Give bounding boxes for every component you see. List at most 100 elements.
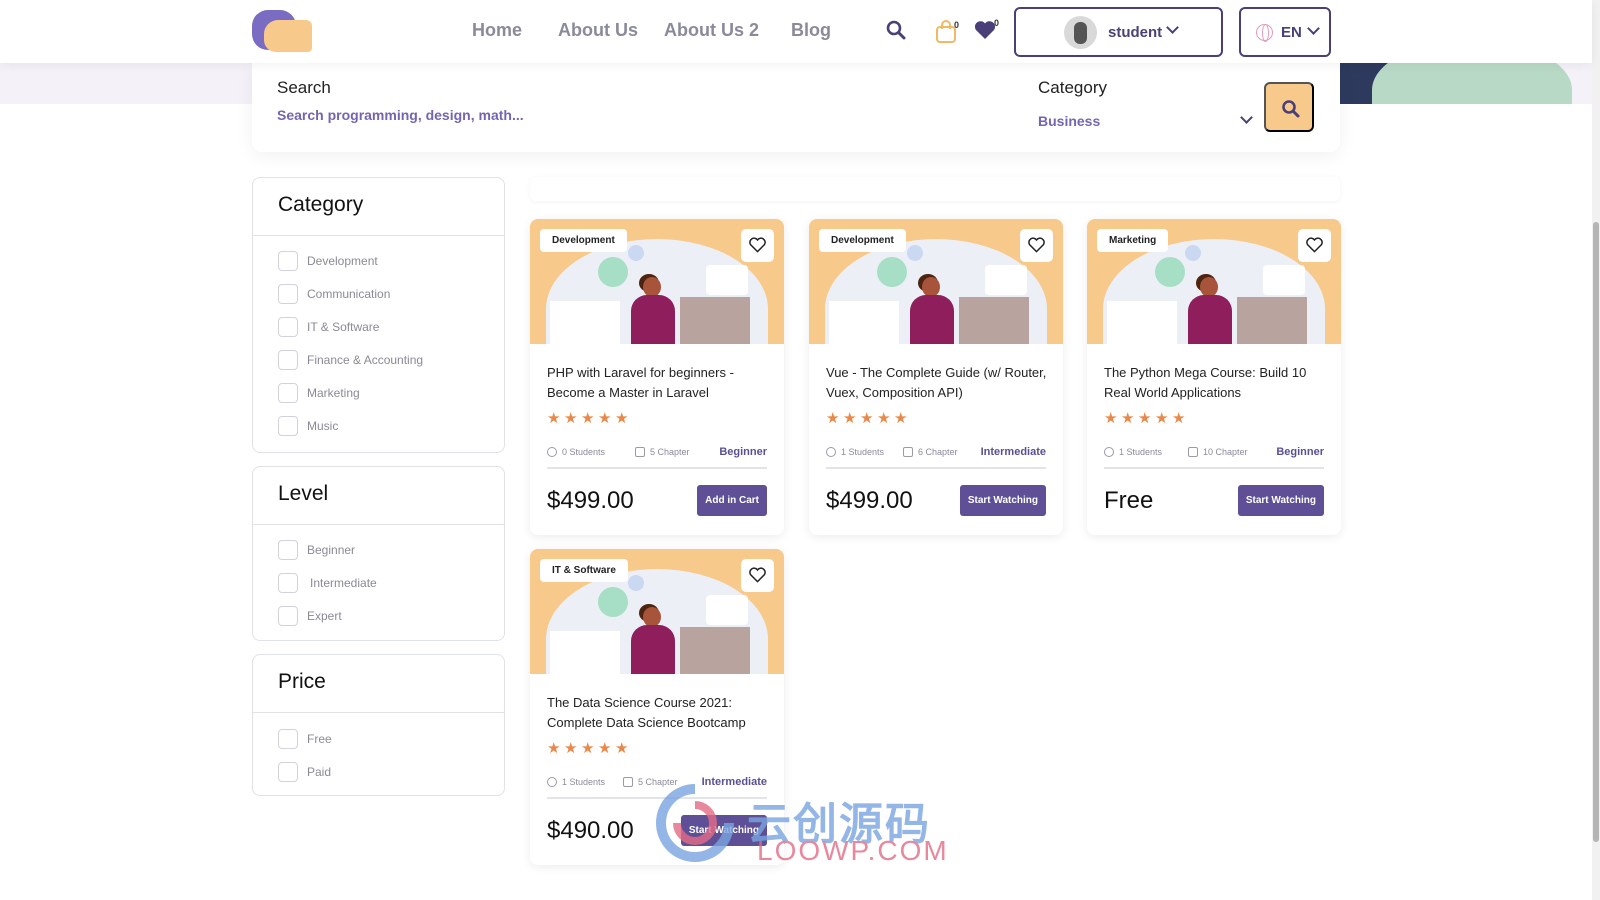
layers-icon bbox=[623, 777, 633, 787]
filter-option[interactable]: IT & Software bbox=[278, 317, 379, 337]
heart-icon[interactable] bbox=[1298, 229, 1331, 262]
category-filter: Category Development Communication IT & … bbox=[252, 177, 505, 453]
chapter-count: 5 Chapter bbox=[635, 447, 690, 457]
language-selector[interactable]: EN bbox=[1239, 7, 1331, 57]
scrollbar-thumb[interactable] bbox=[1593, 222, 1599, 842]
star-icon: ★ bbox=[877, 410, 891, 427]
filter-option[interactable]: Expert bbox=[278, 606, 342, 626]
checkbox[interactable] bbox=[278, 350, 298, 370]
user-menu-dropdown[interactable]: student bbox=[1014, 7, 1223, 57]
filter-option[interactable]: Music bbox=[278, 416, 338, 436]
course-title[interactable]: The Data Science Course 2021: Complete D… bbox=[547, 693, 769, 733]
top-navbar: Home About Us About Us 2 Blog 0 0 studen… bbox=[0, 0, 1592, 63]
heart-icon[interactable] bbox=[741, 229, 774, 262]
star-icon: ★ bbox=[843, 410, 857, 427]
students-count: 0 Students bbox=[547, 447, 605, 457]
checkbox[interactable] bbox=[278, 251, 298, 271]
results-toolbar bbox=[530, 177, 1340, 201]
add-to-cart-button[interactable]: Add in Cart bbox=[697, 485, 767, 516]
course-level: Beginner bbox=[719, 446, 767, 458]
course-card[interactable]: Development PHP with Laravel for beginne… bbox=[530, 219, 784, 535]
start-watching-button[interactable]: Start Watching bbox=[680, 815, 767, 846]
filter-option[interactable]: Finance & Accounting bbox=[278, 350, 423, 370]
course-card[interactable]: Marketing The Python Mega Course: Build … bbox=[1087, 219, 1341, 535]
star-icon: ★ bbox=[581, 740, 595, 757]
star-icon: ★ bbox=[826, 410, 840, 427]
checkbox[interactable] bbox=[278, 729, 298, 749]
filter-option[interactable]: Intermediate bbox=[278, 573, 377, 593]
checkbox[interactable] bbox=[278, 383, 298, 403]
start-watching-button[interactable]: Start Watching bbox=[959, 485, 1046, 516]
course-thumbnail[interactable]: Marketing bbox=[1087, 219, 1341, 344]
filter-option[interactable]: Paid bbox=[278, 762, 331, 782]
star-icon: ★ bbox=[615, 740, 629, 757]
divider bbox=[1104, 467, 1324, 469]
course-title[interactable]: Vue - The Complete Guide (w/ Router, Vue… bbox=[826, 363, 1048, 403]
star-icon: ★ bbox=[860, 410, 874, 427]
checkbox[interactable] bbox=[278, 606, 298, 626]
category-label: Category bbox=[1038, 78, 1107, 97]
course-thumbnail[interactable]: Development bbox=[809, 219, 1063, 344]
wishlist-count-badge: 0 bbox=[994, 18, 1000, 28]
search-label: Search bbox=[277, 78, 331, 97]
user-icon bbox=[547, 447, 557, 457]
star-icon: ★ bbox=[894, 410, 908, 427]
layers-icon bbox=[1188, 447, 1198, 457]
site-logo[interactable] bbox=[252, 10, 314, 52]
course-card[interactable]: Development Vue - The Complete Guide (w/… bbox=[809, 219, 1063, 535]
nav-about-us[interactable]: About Us bbox=[558, 20, 638, 41]
course-thumbnail[interactable]: Development bbox=[530, 219, 784, 344]
rating-stars: ★ ★ ★ ★ ★ bbox=[547, 740, 629, 757]
user-icon bbox=[826, 447, 836, 457]
chevron-down-icon bbox=[1166, 21, 1179, 34]
checkbox[interactable] bbox=[278, 762, 298, 782]
filter-option[interactable]: Communication bbox=[278, 284, 390, 304]
filter-option[interactable]: Marketing bbox=[278, 383, 360, 403]
start-watching-button[interactable]: Start Watching bbox=[1237, 485, 1324, 516]
nav-about-us-2[interactable]: About Us 2 bbox=[664, 20, 759, 41]
checkbox[interactable] bbox=[278, 540, 298, 560]
heart-icon[interactable] bbox=[741, 559, 774, 592]
nav-blog[interactable]: Blog bbox=[791, 20, 831, 41]
filter-title: Level bbox=[253, 467, 504, 525]
course-thumbnail[interactable]: IT & Software bbox=[530, 549, 784, 674]
user-icon bbox=[1104, 447, 1114, 457]
star-icon: ★ bbox=[547, 410, 561, 427]
course-level: Beginner bbox=[1276, 446, 1324, 458]
layers-icon bbox=[903, 447, 913, 457]
category-tag: Marketing bbox=[1097, 229, 1169, 252]
filter-option-label: Music bbox=[307, 419, 339, 433]
heart-icon[interactable] bbox=[1020, 229, 1053, 262]
search-icon[interactable] bbox=[886, 20, 908, 44]
filter-option[interactable]: Free bbox=[278, 729, 332, 749]
search-submit-button[interactable] bbox=[1264, 82, 1314, 132]
star-icon: ★ bbox=[581, 410, 595, 427]
language-code: EN bbox=[1281, 24, 1302, 41]
star-icon: ★ bbox=[615, 410, 629, 427]
checkbox[interactable] bbox=[278, 573, 298, 593]
course-title[interactable]: PHP with Laravel for beginners - Become … bbox=[547, 363, 769, 403]
nav-home[interactable]: Home bbox=[472, 20, 522, 41]
category-tag: IT & Software bbox=[540, 559, 628, 582]
course-card[interactable]: IT & Software The Data Science Course 20… bbox=[530, 549, 784, 865]
filter-option-label: Marketing bbox=[307, 386, 360, 400]
course-title[interactable]: The Python Mega Course: Build 10 Real Wo… bbox=[1104, 363, 1326, 403]
filter-option-label: Intermediate bbox=[310, 576, 377, 590]
user-icon bbox=[547, 777, 557, 787]
chevron-down-icon[interactable] bbox=[1240, 111, 1253, 124]
rating-stars: ★ ★ ★ ★ ★ bbox=[826, 410, 908, 427]
price-filter: Price Free Paid bbox=[252, 654, 505, 796]
filter-option[interactable]: Development bbox=[278, 251, 378, 271]
filter-option-label: Beginner bbox=[307, 543, 356, 557]
page-scrollbar[interactable] bbox=[1592, 0, 1600, 900]
checkbox[interactable] bbox=[278, 284, 298, 304]
category-select[interactable]: Business bbox=[1038, 113, 1100, 129]
course-price: $499.00 bbox=[826, 487, 913, 514]
filter-option-label: Communication bbox=[307, 287, 391, 301]
checkbox[interactable] bbox=[278, 416, 298, 436]
star-icon: ★ bbox=[564, 740, 578, 757]
search-input[interactable] bbox=[277, 107, 877, 123]
chapter-count: 6 Chapter bbox=[903, 447, 958, 457]
checkbox[interactable] bbox=[278, 317, 298, 337]
filter-option[interactable]: Beginner bbox=[278, 540, 355, 560]
